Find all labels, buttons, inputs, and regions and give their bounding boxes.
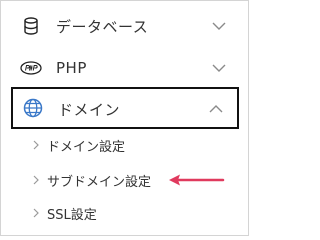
menu-item-domain[interactable]: ドメイン (11, 87, 239, 129)
globe-icon (22, 97, 44, 119)
menu-item-database[interactable]: データベース (1, 7, 248, 45)
chevron-down-icon (212, 22, 226, 30)
chevron-down-icon (212, 64, 226, 72)
database-icon (20, 15, 42, 37)
menu-item-php[interactable]: PHP (1, 49, 248, 87)
php-icon (20, 57, 42, 79)
submenu-item-label: SSL設定 (47, 207, 97, 223)
menu-item-database-label: データベース (56, 17, 149, 36)
submenu-item-label: ドメイン設定 (47, 139, 126, 155)
chevron-up-icon (209, 105, 223, 113)
chevron-right-icon (33, 208, 39, 218)
chevron-right-icon (33, 175, 39, 185)
submenu-item-label: サブドメイン設定 (47, 174, 152, 190)
submenu-item-ssl-settings[interactable]: SSL設定 (1, 199, 248, 227)
menu-item-php-label: PHP (56, 59, 87, 77)
menu-item-domain-label: ドメイン (58, 101, 121, 119)
annotation-arrow-icon (169, 174, 225, 186)
chevron-right-icon (33, 140, 39, 150)
sidebar-frame: データベース PHP ドメイン ドメイン設定 サブドメイン設定 SSL設定 (0, 0, 249, 236)
submenu-item-domain-settings[interactable]: ドメイン設定 (1, 131, 248, 159)
